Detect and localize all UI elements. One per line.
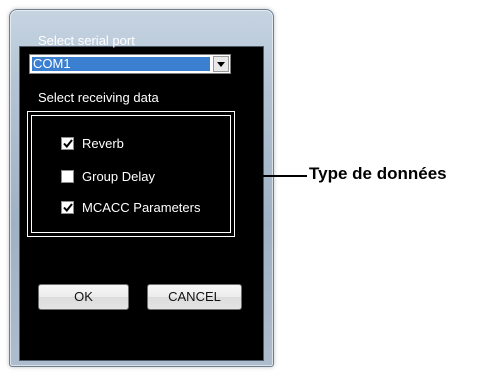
- chevron-down-icon: [217, 61, 225, 67]
- dropdown-button[interactable]: [213, 56, 229, 72]
- checkbox-row-reverb[interactable]: Reverb: [61, 135, 124, 151]
- group-delay-label: Group Delay: [82, 168, 155, 184]
- serial-port-select[interactable]: COM1: [29, 54, 231, 74]
- checkbox-row-mcacc[interactable]: MCACC Parameters: [61, 199, 200, 215]
- mcacc-parameters-label: MCACC Parameters: [82, 199, 201, 215]
- ok-button[interactable]: OK: [38, 284, 129, 310]
- serial-port-label: Select serial port: [38, 33, 135, 48]
- checkmark-icon: [62, 202, 73, 212]
- annotation-leader-line: [249, 175, 307, 177]
- checkbox-row-group-delay[interactable]: Group Delay: [61, 168, 155, 184]
- checkmark-icon: [62, 138, 73, 148]
- reverb-label: Reverb: [82, 135, 124, 151]
- annotation-label: Type de données: [309, 164, 447, 183]
- receiving-data-label: Select receiving data: [38, 90, 159, 105]
- reverb-checkbox[interactable]: [61, 136, 74, 150]
- serial-port-value: COM1: [32, 57, 210, 71]
- group-delay-checkbox[interactable]: [61, 169, 74, 183]
- cancel-button[interactable]: CANCEL: [147, 284, 242, 310]
- mcacc-parameters-checkbox[interactable]: [61, 200, 74, 214]
